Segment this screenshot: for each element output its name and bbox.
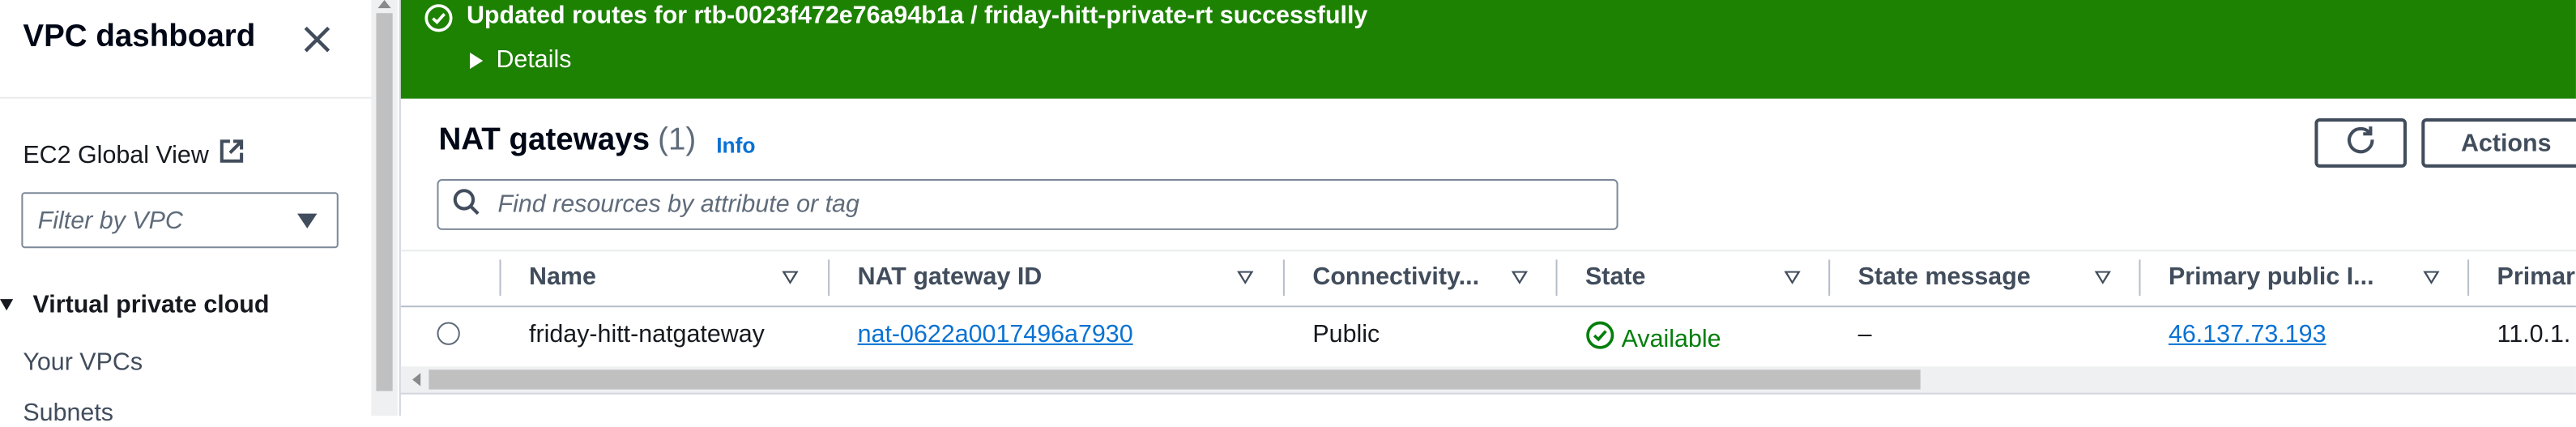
section-virtual-private-cloud[interactable]: Virtual private cloud <box>0 291 269 318</box>
actions-label: Actions <box>2460 129 2552 157</box>
available-status-icon <box>1585 320 1615 357</box>
section-label: Virtual private cloud <box>32 290 270 319</box>
sort-icon[interactable] <box>1784 271 1801 284</box>
vertical-scrollbar-thumb[interactable] <box>376 13 393 391</box>
page-title-text: NAT gateways <box>438 123 650 158</box>
state-label: Available <box>1621 324 1721 353</box>
caret-right-icon <box>470 51 484 69</box>
scroll-left-arrow-icon[interactable] <box>412 373 421 386</box>
search-field[interactable] <box>437 179 1619 230</box>
column-separator <box>1282 259 1285 297</box>
column-header-nat-gateway-id[interactable]: NAT gateway ID <box>858 263 1043 290</box>
cell-connectivity: Public <box>1312 320 1380 348</box>
sort-icon[interactable] <box>2423 271 2440 284</box>
sidebar: VPC dashboard EC2 Global View Filter by … <box>0 0 372 427</box>
success-flash-banner: Updated routes for rtb-0023f472e76a94b1a… <box>400 0 2576 99</box>
cell-state-message: – <box>1857 320 1872 348</box>
column-separator <box>2139 259 2141 297</box>
refresh-icon <box>2344 122 2378 164</box>
cell-primary-private-ip: 11.0.1. <box>2497 320 2571 348</box>
table-top-border <box>400 250 2576 252</box>
column-separator <box>1555 259 1558 297</box>
nat-gateway-id-link[interactable]: nat-0622a0017496a7930 <box>858 320 1133 348</box>
row-select-radio[interactable] <box>437 322 460 345</box>
column-header-connectivity[interactable]: Connectivity... <box>1312 263 1479 290</box>
column-header-name[interactable]: Name <box>529 263 596 290</box>
column-separator <box>499 259 501 297</box>
cell-state: Available <box>1585 320 1721 357</box>
expand-caret-icon <box>0 299 14 311</box>
horizontal-scrollbar-thumb[interactable] <box>429 369 1921 390</box>
search-icon <box>452 186 482 223</box>
column-header-primary-public-ip[interactable]: Primary public I... <box>2169 263 2374 290</box>
flash-message: Updated routes for rtb-0023f472e76a94b1a… <box>466 2 1368 30</box>
cell-primary-public-ip: 46.137.73.193 <box>2169 320 2327 348</box>
sidebar-item-subnets[interactable]: Subnets <box>23 399 113 427</box>
table-bottom-border <box>400 392 2576 395</box>
column-header-primary-private-ip[interactable]: Primar <box>2497 263 2575 290</box>
caret-down-icon <box>297 213 318 228</box>
page-title-count: (1) <box>658 123 697 158</box>
primary-public-ip-link[interactable]: 46.137.73.193 <box>2169 320 2327 348</box>
filter-by-vpc-placeholder: Filter by VPC <box>37 206 183 234</box>
ec2-global-view-link[interactable]: EC2 Global View <box>23 138 245 171</box>
column-header-state[interactable]: State <box>1585 263 1645 290</box>
actions-button[interactable]: Actions <box>2421 118 2576 168</box>
sort-icon[interactable] <box>2094 271 2111 284</box>
info-link[interactable]: Info <box>716 133 755 157</box>
ec2-global-view-label: EC2 Global View <box>23 140 209 169</box>
search-input[interactable] <box>494 189 1553 220</box>
refresh-button[interactable] <box>2314 118 2408 168</box>
sidebar-item-your-vpcs[interactable]: Your VPCs <box>23 348 143 376</box>
flash-details-toggle[interactable]: Details <box>470 46 571 74</box>
flash-details-label: Details <box>496 45 572 75</box>
column-separator <box>828 259 830 297</box>
cell-nat-gateway-id: nat-0622a0017496a7930 <box>858 320 1133 348</box>
sidebar-title: VPC dashboard <box>23 19 256 54</box>
close-icon[interactable] <box>299 21 335 58</box>
cell-name: friday-hitt-natgateway <box>529 320 765 348</box>
external-link-icon <box>219 138 245 171</box>
page-title: NAT gateways (1) <box>438 123 696 160</box>
sort-icon[interactable] <box>1511 271 1529 284</box>
column-separator <box>2467 259 2470 297</box>
sort-icon[interactable] <box>1237 271 1254 284</box>
scroll-up-arrow-icon[interactable] <box>377 0 391 9</box>
sidebar-divider <box>0 96 372 99</box>
column-separator <box>1828 259 1831 297</box>
success-check-icon <box>424 3 453 32</box>
sort-icon[interactable] <box>782 271 799 284</box>
filter-by-vpc-select[interactable]: Filter by VPC <box>21 192 339 249</box>
column-header-state-message[interactable]: State message <box>1858 263 2031 290</box>
